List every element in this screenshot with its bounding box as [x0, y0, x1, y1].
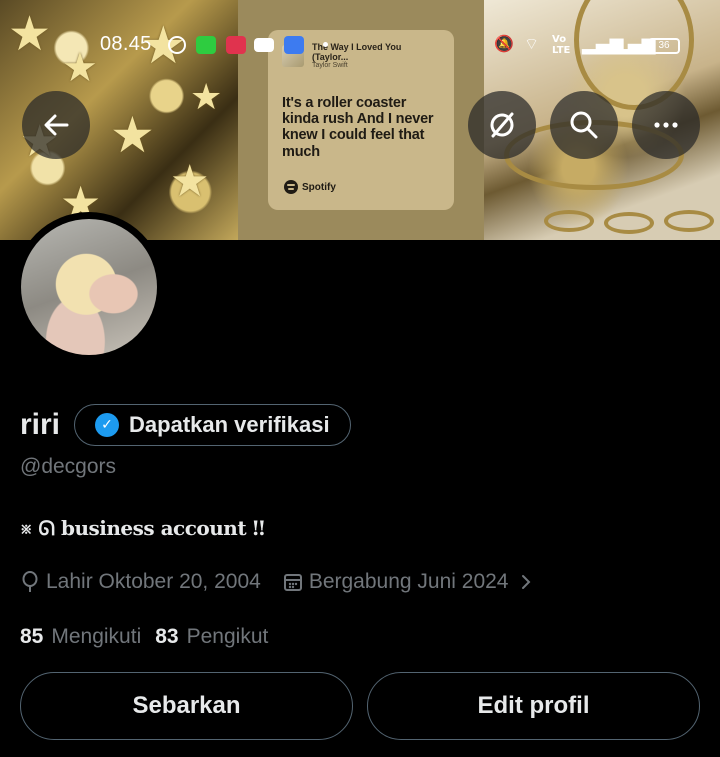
youtube-icon: [254, 38, 274, 52]
balloon-icon: [22, 571, 38, 592]
song-artist: Taylor Swift: [311, 62, 348, 69]
whatsapp-icon: [168, 36, 186, 54]
status-bar: 08.45 🔕 ⌔ Vo LTE ▂▄▆ ▂▄▆ 36: [0, 30, 720, 60]
quick-action-icon: [490, 112, 514, 138]
join-date-text: Bergabung Juni 2024: [308, 570, 509, 593]
profile-bio: ※ ᘏ business account ‼: [20, 516, 265, 540]
back-button[interactable]: [22, 91, 90, 159]
more-button[interactable]: [632, 91, 700, 159]
search-icon: [570, 111, 598, 139]
avatar[interactable]: [14, 212, 164, 362]
birthdate-text: Lahir Oktober 20, 2004: [46, 570, 261, 593]
battery-icon: 36: [648, 38, 680, 54]
status-time: 08.45: [100, 33, 152, 55]
spotify-label: Spotify: [302, 181, 336, 193]
join-date[interactable]: Bergabung Juni 2024: [283, 570, 535, 594]
following-count[interactable]: 85: [20, 625, 43, 649]
get-verified-button[interactable]: ✓ Dapatkan verifikasi: [74, 404, 351, 446]
chevron-right-icon: [522, 575, 531, 589]
song-lyrics: It's a roller coaster kinda rush And I n…: [282, 95, 434, 160]
more-icon: [654, 122, 678, 128]
edit-profile-button[interactable]: Edit profil: [367, 672, 700, 740]
birthdate: Lahir Oktober 20, 2004: [20, 570, 261, 594]
back-arrow-icon: [44, 114, 69, 136]
app-red-icon: [226, 36, 246, 54]
follow-stats: 85 Mengikuti 83 Pengikut: [20, 625, 282, 649]
following-label[interactable]: Mengikuti: [51, 625, 141, 649]
quick-action-button[interactable]: [468, 91, 536, 159]
app-blue-icon: [284, 36, 304, 54]
username-handle: @decgors: [20, 455, 117, 478]
followers-label[interactable]: Pengikut: [187, 625, 269, 649]
followers-count[interactable]: 83: [155, 625, 178, 649]
wifi-icon: ⌔: [524, 34, 540, 53]
search-button[interactable]: [550, 91, 618, 159]
profile-meta: Lahir Oktober 20, 2004 Bergabung Juni 20…: [20, 570, 534, 594]
display-name: riri: [20, 408, 61, 441]
notification-dot: [323, 42, 328, 47]
verified-badge-icon: ✓: [95, 413, 120, 437]
app-green-icon: [196, 36, 216, 54]
name-row: riri ✓ Dapatkan verifikasi: [20, 404, 351, 446]
spotify-brand: Spotify: [284, 180, 336, 194]
volte-label: Vo LTE: [552, 34, 571, 56]
share-button[interactable]: Sebarkan: [20, 672, 353, 740]
avatar-image: [21, 219, 157, 355]
mute-icon: 🔕: [494, 34, 514, 53]
spotify-logo-icon: [284, 180, 298, 194]
calendar-icon: [283, 574, 302, 591]
get-verified-label: Dapatkan verifikasi: [129, 412, 330, 437]
